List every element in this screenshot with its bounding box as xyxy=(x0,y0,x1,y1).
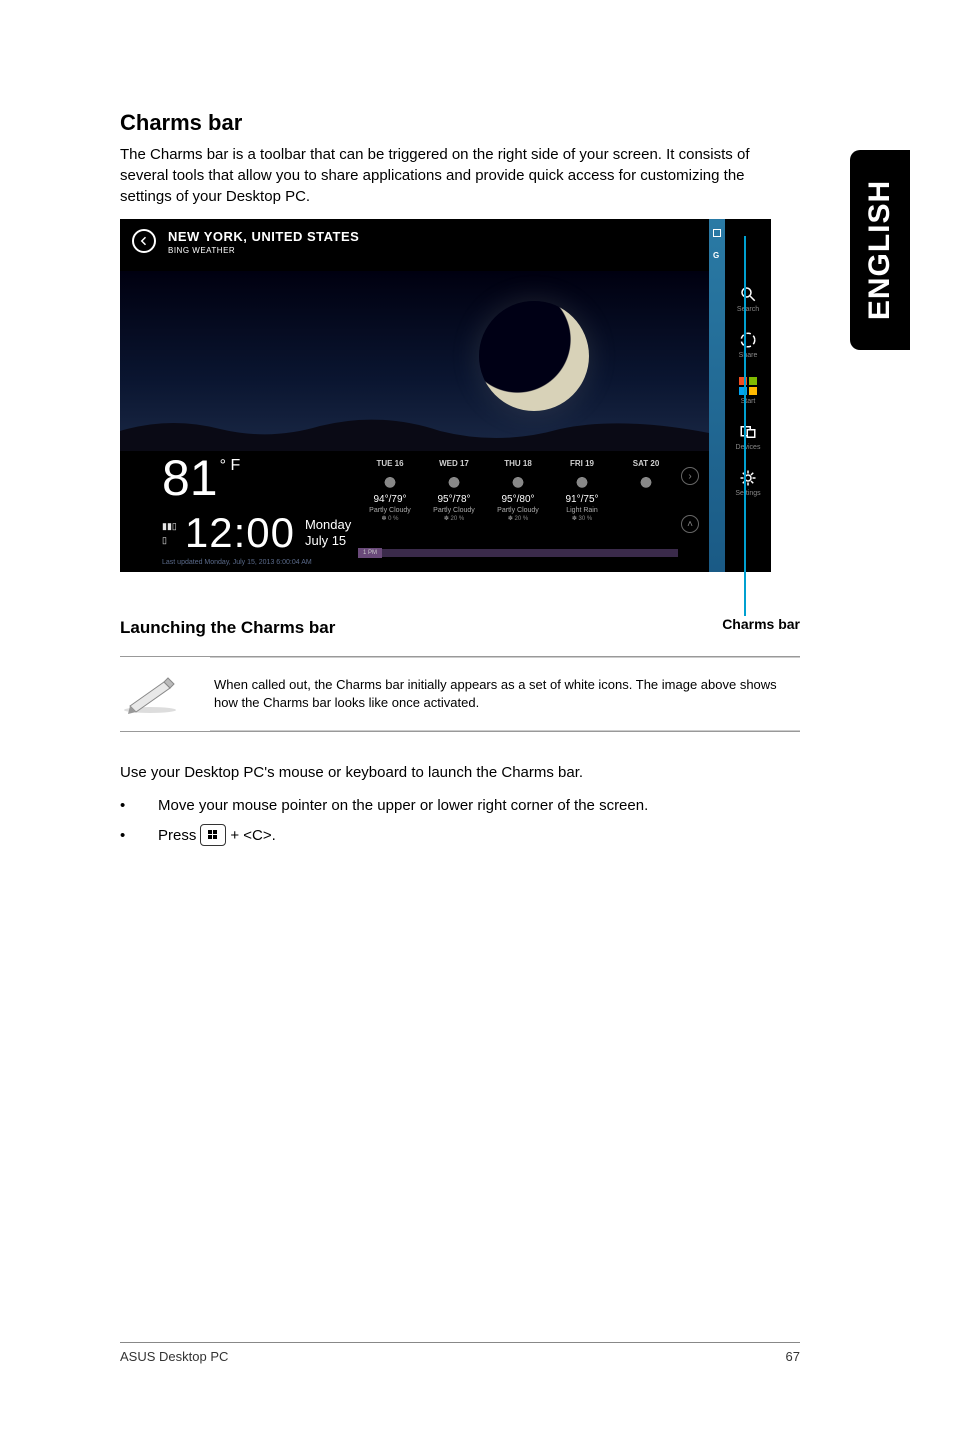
forecast-day[interactable]: THU 18 95°/80° Partly Cloudy ✽ 20 % xyxy=(486,459,550,522)
search-icon xyxy=(739,285,757,303)
fc-hilo: 95°/78° xyxy=(422,494,486,505)
peek-app-icon xyxy=(713,229,721,237)
windows-key-icon xyxy=(200,824,226,846)
fc-precip: ✽ 20 % xyxy=(422,515,486,522)
weather-icon xyxy=(380,474,400,488)
callout-line xyxy=(744,586,746,616)
language-tab: ENGLISH xyxy=(850,150,910,350)
language-label: ENGLISH xyxy=(863,180,897,320)
charm-share[interactable]: Share xyxy=(739,331,758,359)
forecast-collapse-icon[interactable]: ˄ xyxy=(681,515,699,533)
fc-condition: Partly Cloudy xyxy=(358,507,422,514)
forecast-day[interactable]: SAT 20 xyxy=(614,459,678,522)
fc-hilo: 94°/79° xyxy=(358,494,422,505)
charm-label: Devices xyxy=(736,444,761,451)
weather-background xyxy=(120,271,709,451)
charm-start[interactable]: Start xyxy=(739,377,757,405)
day-name: Monday xyxy=(305,517,351,533)
app-header: NEW YORK, UNITED STATES BING WEATHER xyxy=(120,219,709,271)
devices-icon xyxy=(739,423,757,441)
screenshot-figure: NEW YORK, UNITED STATES BING WEATHER 81°… xyxy=(120,219,771,572)
current-temp-value: 81° F xyxy=(162,449,238,507)
step-text-a: Press xyxy=(158,827,196,844)
fc-precip: ✽ 0 % xyxy=(358,515,422,522)
peek-app-letter: G xyxy=(713,251,719,260)
fc-condition: Partly Cloudy xyxy=(486,507,550,514)
app-header-text: NEW YORK, UNITED STATES BING WEATHER xyxy=(168,229,359,255)
weather-icon xyxy=(508,474,528,488)
temp-unit: ° F xyxy=(220,457,241,474)
step-item: Move your mouse pointer on the upper or … xyxy=(120,797,800,814)
back-button[interactable] xyxy=(132,229,156,253)
forecast-nav: › ˄ xyxy=(681,467,699,533)
forecast-next-icon[interactable]: › xyxy=(681,467,699,485)
note-pencil-icon xyxy=(120,674,180,714)
intro-paragraph: The Charms bar is a toolbar that can be … xyxy=(120,144,800,207)
temp-number: 81 xyxy=(162,450,218,506)
charm-search[interactable]: Search xyxy=(737,285,759,313)
date-block: Monday July 15 xyxy=(305,517,351,548)
moon-graphic xyxy=(479,301,589,411)
share-icon xyxy=(739,331,757,349)
fc-hilo: 95°/80° xyxy=(486,494,550,505)
page-content: Charms bar The Charms bar is a toolbar t… xyxy=(120,110,800,856)
charms-bar: Search Share Start Devices Settings xyxy=(725,219,771,572)
fc-day-label: WED 17 xyxy=(422,459,486,468)
note-text: When called out, the Charms bar initiall… xyxy=(214,666,796,722)
charm-label: Start xyxy=(741,398,756,405)
forecast-day[interactable]: FRI 19 91°/75° Light Rain ✽ 30 % xyxy=(550,459,614,522)
app-peek-strip[interactable]: G xyxy=(709,219,725,572)
forecast-day[interactable]: WED 17 95°/78° Partly Cloudy ✽ 20 % xyxy=(422,459,486,522)
clock-row: ▮▮▯ ▯ 12:00 Monday July 15 xyxy=(162,509,351,557)
hourly-bar[interactable]: 1 PM xyxy=(358,549,678,557)
note-text-wrap: When called out, the Charms bar initiall… xyxy=(210,657,800,731)
weather-icon xyxy=(444,474,464,488)
callout-label: Charms bar xyxy=(600,616,800,632)
current-weather: 81° F xyxy=(162,449,238,507)
fc-condition: Light Rain xyxy=(550,507,614,514)
fc-hilo: 91°/75° xyxy=(550,494,614,505)
steps-intro: Use your Desktop PC's mouse or keyboard … xyxy=(120,762,800,783)
steps-list: Move your mouse pointer on the upper or … xyxy=(120,797,800,846)
fc-precip: ✽ 30 % xyxy=(550,515,614,522)
page-footer: ASUS Desktop PC 67 xyxy=(120,1342,800,1364)
step-text: Move your mouse pointer on the upper or … xyxy=(158,797,648,814)
battery-icon: ▯ xyxy=(162,535,177,546)
hourly-marker: 1 PM xyxy=(358,548,382,558)
forecast-row: TUE 16 94°/79° Partly Cloudy ✽ 0 % WED 1… xyxy=(358,459,678,522)
section-heading: Charms bar xyxy=(120,110,800,136)
fc-condition: Partly Cloudy xyxy=(422,507,486,514)
charm-label: Share xyxy=(739,352,758,359)
settings-icon xyxy=(739,469,757,487)
fc-precip: ✽ 20 % xyxy=(486,515,550,522)
fc-day-label: SAT 20 xyxy=(614,459,678,468)
charm-label: Search xyxy=(737,306,759,313)
fc-day-label: TUE 16 xyxy=(358,459,422,468)
system-status-icons: ▮▮▯ ▯ xyxy=(162,521,177,546)
step-item: Press + <C>. xyxy=(120,824,800,846)
note-block: When called out, the Charms bar initiall… xyxy=(120,656,800,732)
treeline-graphic xyxy=(120,411,709,451)
forecast-day[interactable]: TUE 16 94°/79° Partly Cloudy ✽ 0 % xyxy=(358,459,422,522)
signal-icon: ▮▮▯ xyxy=(162,521,177,532)
step-text-b: + <C>. xyxy=(230,827,275,844)
start-icon xyxy=(739,377,757,395)
charm-settings[interactable]: Settings xyxy=(735,469,760,497)
clock-time: 12:00 xyxy=(185,509,295,557)
footer-left: ASUS Desktop PC xyxy=(120,1349,228,1364)
fc-day-label: FRI 19 xyxy=(550,459,614,468)
fc-day-label: THU 18 xyxy=(486,459,550,468)
app-name: BING WEATHER xyxy=(168,246,359,255)
weather-icon xyxy=(572,474,592,488)
charm-label: Settings xyxy=(735,490,760,497)
location-title: NEW YORK, UNITED STATES xyxy=(168,229,359,244)
date-string: July 15 xyxy=(305,533,351,549)
charm-devices[interactable]: Devices xyxy=(736,423,761,451)
last-updated: Last updated Monday, July 15, 2013 6:00:… xyxy=(162,559,312,566)
footer-page-number: 67 xyxy=(786,1349,800,1364)
weather-icon xyxy=(636,474,656,488)
